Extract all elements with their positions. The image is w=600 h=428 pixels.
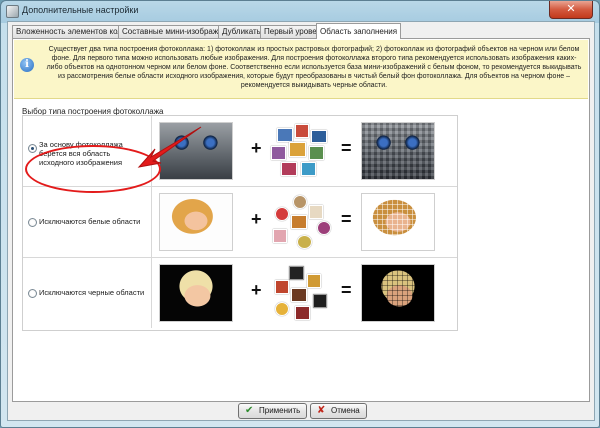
option-cell[interactable]: Исключаются белые области (23, 187, 152, 257)
result-mosaic-woman (361, 193, 435, 251)
close-button[interactable]: ✕ (549, 1, 593, 19)
option-label-exclude-white[interactable]: Исключаются белые области (39, 217, 147, 226)
option-row-full-area[interactable]: За основу фотоколлажа берется вся област… (23, 116, 457, 187)
source-image-cat (159, 122, 233, 180)
collage-type-options: За основу фотоколлажа берется вся област… (22, 115, 458, 331)
option-label-full-area[interactable]: За основу фотоколлажа берется вся област… (39, 140, 147, 167)
source-image-marilyn (159, 264, 233, 322)
plus-sign: + (251, 209, 262, 229)
settings-window: Дополнительные настройки ✕ Вложенность э… (0, 0, 600, 428)
cancel-button[interactable]: ✘ Отмена (310, 403, 367, 419)
cross-icon: ✘ (317, 405, 326, 416)
app-icon (6, 5, 19, 18)
option-row-exclude-white[interactable]: Исключаются белые области + = (23, 187, 457, 258)
plus-sign: + (251, 138, 262, 158)
radio-full-area[interactable] (28, 144, 37, 153)
option-cell[interactable]: За основу фотоколлажа берется вся област… (23, 116, 152, 186)
info-banner: i Существует два типа построения фотокол… (14, 40, 588, 99)
option-label-exclude-black[interactable]: Исключаются черные области (39, 288, 147, 297)
option-cell[interactable]: Исключаются черные области (23, 258, 152, 328)
title-bar: Дополнительные настройки ✕ (1, 1, 599, 21)
plus-sign: + (251, 280, 262, 300)
equals-sign: = (341, 138, 352, 158)
radio-exclude-white[interactable] (28, 218, 37, 227)
check-icon: ✔ (245, 405, 254, 416)
radio-exclude-black[interactable] (28, 289, 37, 298)
tab-panel-fill-area: i Существует два типа построения фотокол… (12, 38, 590, 402)
info-text: Существует два типа построения фотоколла… (46, 46, 582, 89)
thumbnail-pile-white-objects (269, 193, 335, 251)
equals-sign: = (341, 209, 352, 229)
info-icon: i (20, 58, 34, 72)
apply-button-label: Применить (259, 406, 301, 415)
result-mosaic-cat (361, 122, 435, 180)
equals-sign: = (341, 280, 352, 300)
thumbnail-pile-black-objects (269, 264, 335, 322)
apply-button[interactable]: ✔ Применить (238, 403, 308, 419)
dialog-footer: ✔ Применить ✘ Отмена (8, 401, 594, 420)
dialog-client: Вложенность элементов коллажа Составные … (7, 21, 595, 421)
thumbnail-pile-photos (269, 122, 335, 180)
option-row-exclude-black[interactable]: Исключаются черные области + = (23, 258, 457, 328)
source-image-woman (159, 193, 233, 251)
result-mosaic-marilyn (361, 264, 435, 322)
cancel-button-label: Отмена (331, 406, 360, 415)
window-title: Дополнительные настройки (22, 5, 139, 15)
tab-fill-area[interactable]: Область заполнения (316, 23, 402, 39)
